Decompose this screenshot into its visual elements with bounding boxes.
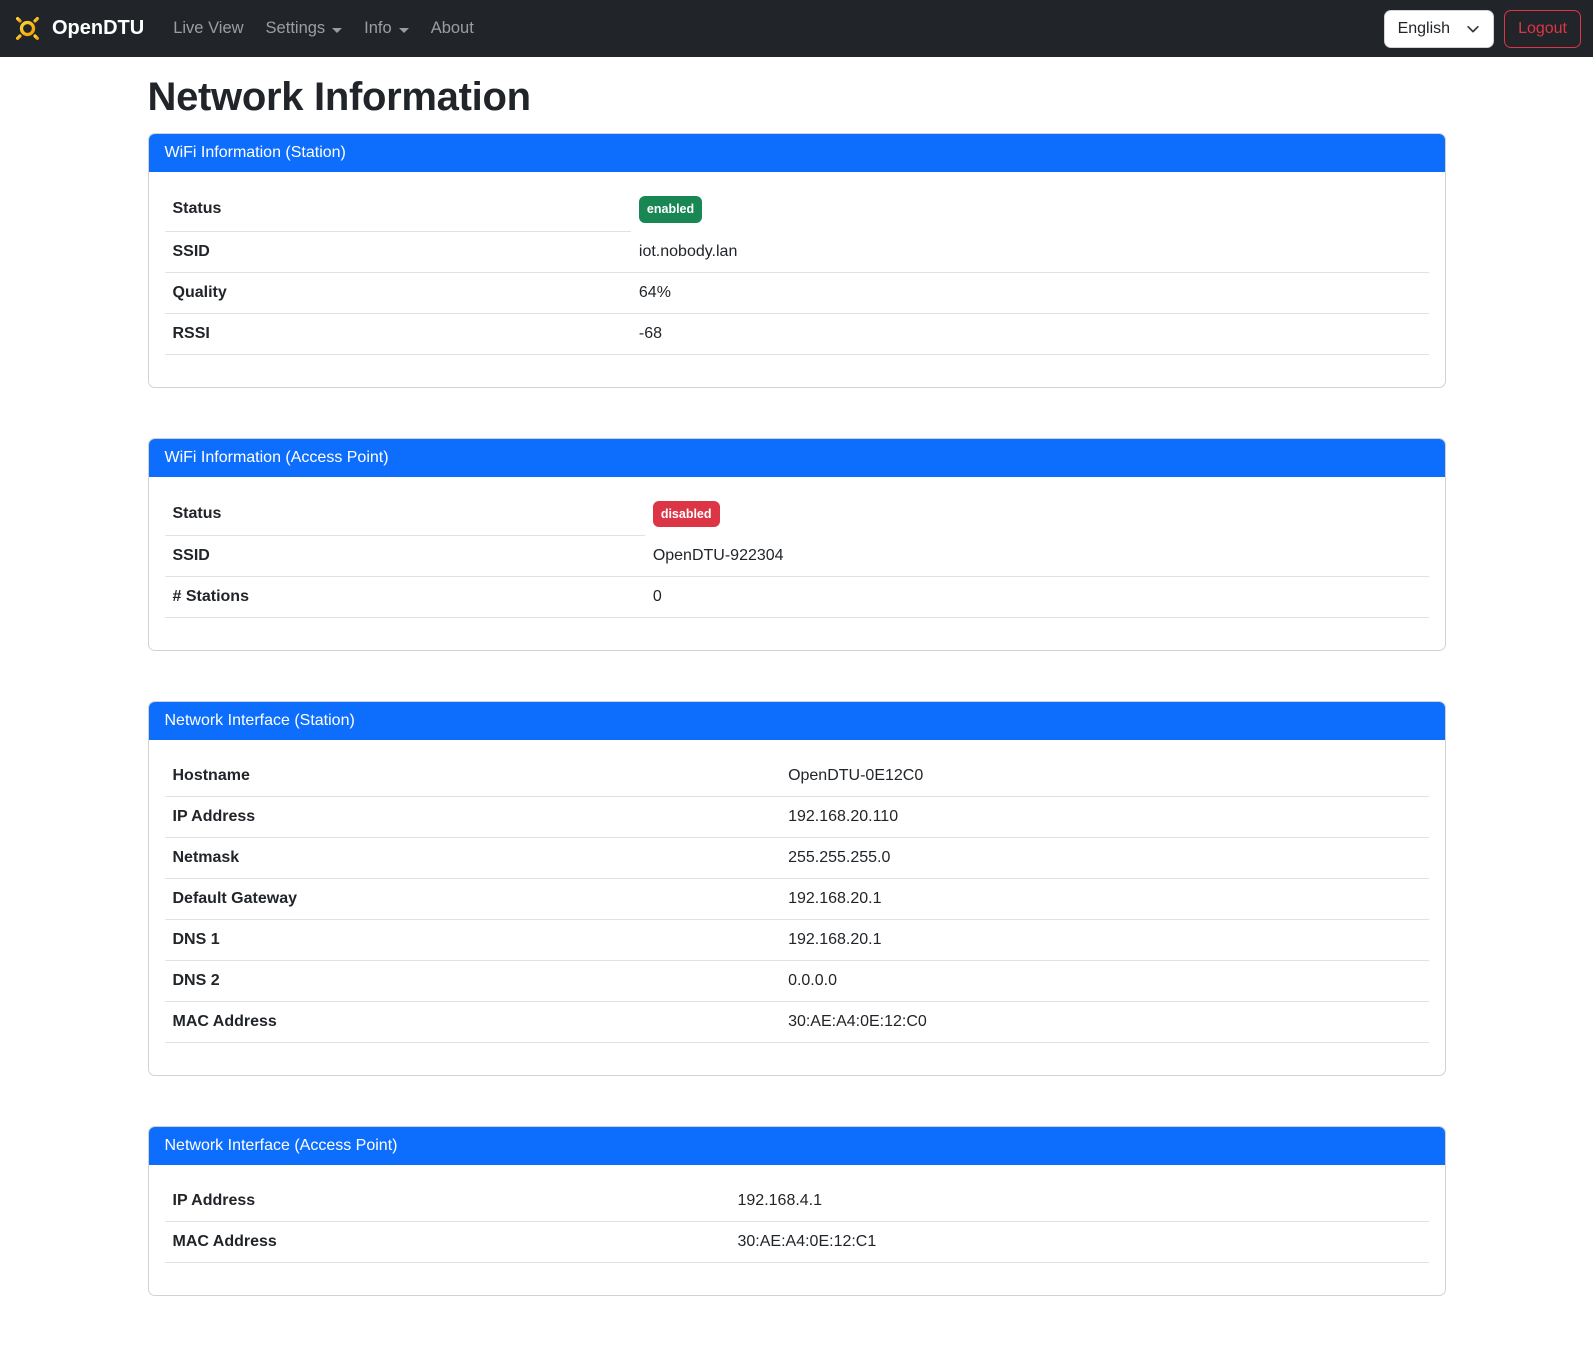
table-row: # Stations 0 [165,577,1429,618]
row-label: DNS 1 [165,920,781,961]
row-value: 192.168.20.1 [780,920,1428,961]
brand-link[interactable]: OpenDTU [12,13,144,44]
card-header: Network Interface (Station) [149,702,1445,740]
table-row: Hostname OpenDTU-0E12C0 [165,756,1429,797]
nav-item-label: Info [364,19,392,38]
card-network-interface-station: Network Interface (Station) Hostname Ope… [148,701,1446,1076]
status-badge: enabled [639,196,702,223]
card-header: Network Interface (Access Point) [149,1127,1445,1165]
nav-item-about[interactable]: About [423,11,482,46]
row-label: # Stations [165,577,645,618]
row-label: Quality [165,272,631,313]
navbar: OpenDTU Live View Settings Info About En… [0,0,1593,57]
table-row: Default Gateway 192.168.20.1 [165,879,1429,920]
row-label: Default Gateway [165,879,781,920]
card-body: IP Address 192.168.4.1 MAC Address 30:AE… [149,1165,1445,1295]
row-value: 64% [631,272,1429,313]
row-value: OpenDTU-922304 [645,536,1429,577]
nav-item-label: Settings [266,19,326,38]
row-label: Status [165,493,645,536]
row-value: 0 [645,577,1429,618]
sun-icon [12,13,43,44]
row-value: 0.0.0.0 [780,961,1428,1002]
table-row: SSID OpenDTU-922304 [165,536,1429,577]
table-row: RSSI -68 [165,313,1429,354]
table-row: DNS 2 0.0.0.0 [165,961,1429,1002]
row-label: IP Address [165,797,781,838]
row-value: 30:AE:A4:0E:12:C0 [780,1002,1428,1043]
info-table: IP Address 192.168.4.1 MAC Address 30:AE… [165,1181,1429,1263]
table-row: IP Address 192.168.4.1 [165,1181,1429,1222]
row-value: 192.168.20.1 [780,879,1428,920]
card-network-interface-access-point: Network Interface (Access Point) IP Addr… [148,1126,1446,1296]
row-value: -68 [631,313,1429,354]
row-label: SSID [165,536,645,577]
page-title: Network Information [148,75,1446,120]
row-value: enabled [631,188,1429,231]
navbar-left: OpenDTU Live View Settings Info About [12,11,485,46]
card-wifi-station: WiFi Information (Station) Status enable… [148,133,1446,388]
card-wifi-access-point: WiFi Information (Access Point) Status d… [148,438,1446,652]
chevron-down-icon [1466,22,1480,36]
row-label: DNS 2 [165,961,781,1002]
card-header: WiFi Information (Station) [149,134,1445,172]
row-value: iot.nobody.lan [631,231,1429,272]
language-select-value: English [1398,20,1450,38]
row-label: MAC Address [165,1222,730,1263]
table-row: MAC Address 30:AE:A4:0E:12:C0 [165,1002,1429,1043]
row-value: disabled [645,493,1429,536]
logout-button[interactable]: Logout [1504,10,1581,48]
row-label: Status [165,188,631,231]
table-row: DNS 1 192.168.20.1 [165,920,1429,961]
card-body: Status enabled SSID iot.nobody.lan Quali… [149,172,1445,387]
card-header: WiFi Information (Access Point) [149,439,1445,477]
table-row: Quality 64% [165,272,1429,313]
row-label: Netmask [165,838,781,879]
row-label: Hostname [165,756,781,797]
brand-label: OpenDTU [52,17,144,40]
main-content: Network Information WiFi Information (St… [148,75,1446,1296]
navbar-right: English Logout [1384,10,1581,48]
row-value: 192.168.20.110 [780,797,1428,838]
row-value: 30:AE:A4:0E:12:C1 [730,1222,1429,1263]
row-label: MAC Address [165,1002,781,1043]
row-label: SSID [165,231,631,272]
chevron-down-icon [332,28,342,33]
language-select[interactable]: English [1384,10,1494,48]
nav-item-label: Live View [173,19,243,38]
info-table: Status enabled SSID iot.nobody.lan Quali… [165,188,1429,355]
row-value: 255.255.255.0 [780,838,1428,879]
card-body: Status disabled SSID OpenDTU-922304 # St… [149,477,1445,651]
table-row: IP Address 192.168.20.110 [165,797,1429,838]
table-row: Status disabled [165,493,1429,536]
table-row: Status enabled [165,188,1429,231]
nav-item-label: About [431,19,474,38]
table-row: MAC Address 30:AE:A4:0E:12:C1 [165,1222,1429,1263]
info-table: Hostname OpenDTU-0E12C0 IP Address 192.1… [165,756,1429,1043]
nav-item-info[interactable]: Info [356,11,417,46]
table-row: SSID iot.nobody.lan [165,231,1429,272]
chevron-down-icon [399,28,409,33]
info-table: Status disabled SSID OpenDTU-922304 # St… [165,493,1429,619]
row-value: OpenDTU-0E12C0 [780,756,1428,797]
row-label: IP Address [165,1181,730,1222]
table-row: Netmask 255.255.255.0 [165,838,1429,879]
nav-item-live-view[interactable]: Live View [165,11,251,46]
card-body: Hostname OpenDTU-0E12C0 IP Address 192.1… [149,740,1445,1075]
row-value: 192.168.4.1 [730,1181,1429,1222]
nav-item-settings[interactable]: Settings [258,11,351,46]
row-label: RSSI [165,313,631,354]
status-badge: disabled [653,501,720,528]
